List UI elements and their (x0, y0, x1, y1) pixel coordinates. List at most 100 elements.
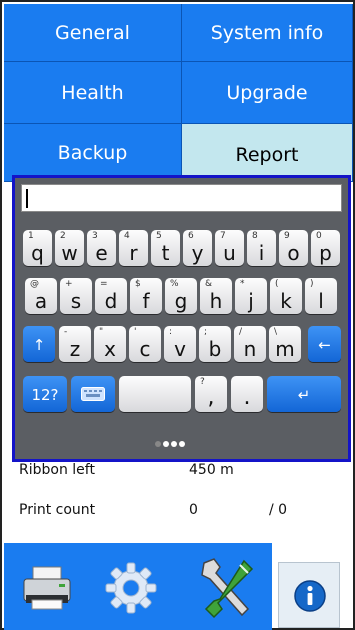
key-label: ← (318, 336, 331, 354)
page-dot (179, 441, 185, 447)
key-label: r (129, 241, 138, 265)
key-label: o (287, 241, 300, 265)
key-z[interactable]: -z (59, 326, 91, 362)
ribbon-left-value: 450 m (189, 462, 234, 478)
key-v[interactable]: :v (164, 326, 196, 362)
onscreen-keyboard: 1 q 2 w 3 e 4 r 5 t 6 y 7 u 8 i 9 o 0 p @ a + s = d $ f% g & h * j(k) l ↑ -… (12, 175, 351, 462)
space-key[interactable] (119, 376, 191, 412)
key-hint: " (99, 327, 104, 337)
key-j[interactable]: * j (235, 278, 267, 314)
key-n[interactable]: / n (234, 326, 266, 362)
menu-report-button[interactable]: Report (182, 124, 353, 182)
page-dot (163, 441, 169, 447)
key-hint: $ (135, 279, 141, 289)
key-q[interactable]: 1q (23, 230, 52, 266)
key-label: k (280, 289, 292, 313)
key-label: z (69, 337, 81, 361)
key-label: i (258, 241, 265, 265)
key-t[interactable]: 5t (151, 230, 180, 266)
key-hint: & (205, 279, 213, 289)
key-d[interactable]: = d (95, 278, 127, 314)
print-count-value: 0 (189, 502, 198, 518)
numbers-key[interactable]: 12? (23, 376, 67, 412)
key-hint: \ (274, 327, 278, 337)
key-label: e (95, 241, 108, 265)
info-tab[interactable] (278, 562, 340, 628)
key-hint: - (64, 327, 68, 337)
key-label: 12? (31, 386, 59, 404)
key-s[interactable]: + s (60, 278, 92, 314)
keyboard-text-input[interactable] (21, 184, 342, 212)
backspace-key[interactable]: ← (308, 326, 341, 362)
key-label: w (61, 241, 78, 265)
key-a[interactable]: @ a (25, 278, 57, 314)
key-label: c (139, 337, 151, 361)
key-label: h (209, 289, 223, 313)
key-x[interactable]: " x (94, 326, 126, 362)
key-hint: 0 (316, 231, 322, 241)
shift-key[interactable]: ↑ (23, 326, 55, 362)
key-hint: @ (30, 279, 39, 289)
keyboard-page-indicator (155, 440, 203, 448)
key-label: t (161, 241, 170, 265)
key-l[interactable]: ) l (305, 278, 337, 314)
key-hint: ( (275, 279, 279, 289)
menu-general-button[interactable]: General (4, 4, 182, 62)
screen-frame: General System info Health Upgrade Backu… (0, 0, 355, 630)
key-hint: + (65, 279, 73, 289)
print-count-label: Print count (19, 502, 96, 518)
key-b[interactable]: ; b (199, 326, 231, 362)
key-hint: 7 (220, 231, 226, 241)
key-label: b (208, 337, 222, 361)
menu-system-info-button[interactable]: System info (182, 4, 353, 62)
key-y[interactable]: 6y (183, 230, 212, 266)
key-p[interactable]: 0p (311, 230, 340, 266)
menu-health-button[interactable]: Health (4, 62, 182, 124)
key-hint: 8 (252, 231, 258, 241)
key-hint: % (170, 279, 179, 289)
keyboard-icon (81, 387, 105, 401)
gear-icon[interactable] (104, 561, 158, 615)
keyboard-layout-key[interactable] (71, 376, 115, 412)
key-e[interactable]: 3e (87, 230, 116, 266)
key-o[interactable]: 9o (279, 230, 308, 266)
printer-icon[interactable] (22, 565, 72, 611)
key-label: m (275, 337, 295, 361)
key-label: ↑ (32, 336, 46, 354)
key-hint: 1 (28, 231, 34, 241)
key-hint: ; (204, 327, 208, 337)
enter-key[interactable]: ↵ (267, 376, 341, 412)
key-r[interactable]: 4r (119, 230, 148, 266)
key-u[interactable]: 7u (215, 230, 244, 266)
page-dot (155, 441, 161, 447)
key-label: f (142, 289, 150, 313)
key-g[interactable]: % g (165, 278, 197, 314)
key-label: x (104, 337, 116, 361)
key-hint: ) (310, 279, 314, 289)
menu-upgrade-button[interactable]: Upgrade (182, 62, 353, 124)
print-count-total: / 0 (269, 502, 288, 518)
key-label: j (248, 289, 254, 313)
key-hint: 9 (284, 231, 290, 241)
key-h[interactable]: & h (200, 278, 232, 314)
key-i[interactable]: 8i (247, 230, 276, 266)
key-label: , (207, 385, 215, 410)
key-label: ↵ (297, 386, 311, 404)
info-icon (294, 580, 326, 612)
key-label: g (174, 289, 188, 313)
menu-backup-button[interactable]: Backup (4, 124, 182, 182)
key-w[interactable]: 2w (55, 230, 84, 266)
key-c[interactable]: ' c (129, 326, 161, 362)
tools-icon[interactable] (196, 557, 256, 619)
key-label: a (34, 289, 48, 313)
key-f[interactable]: $ f (130, 278, 162, 314)
key-label: v (174, 337, 186, 361)
text-caret (26, 189, 28, 208)
key-m[interactable]: \ m (269, 326, 301, 362)
period-key[interactable]: . (231, 376, 263, 412)
key-k[interactable]: (k (270, 278, 302, 314)
key-label: s (70, 289, 82, 313)
comma-key[interactable]: ?, (195, 376, 227, 412)
key-label: n (243, 337, 257, 361)
key-hint: = (100, 279, 108, 289)
